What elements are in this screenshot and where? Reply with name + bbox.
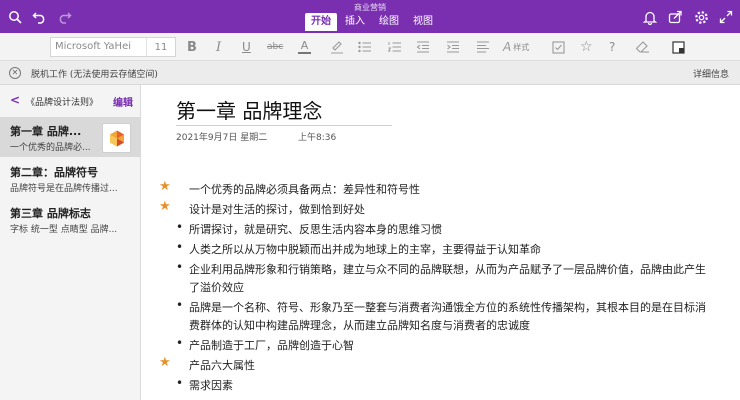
- note-line-text: 产品制造于工厂，品牌创造于心智: [189, 339, 354, 352]
- notebook-title: 《品牌设计法则》: [26, 98, 99, 108]
- font-picker[interactable]: Microsoft YaHei 11: [50, 37, 176, 57]
- note-line-text: 设计是对生活的探讨，做到恰到好处: [189, 203, 365, 216]
- note-line-text: 需求因素: [189, 379, 233, 392]
- font-size-field[interactable]: 11: [147, 42, 175, 53]
- page-thumbnail: [102, 123, 131, 153]
- tab-draw[interactable]: 绘图: [373, 13, 405, 31]
- share-icon[interactable]: [666, 8, 684, 26]
- note-line-text: 人类之所以从万物中脱颖而出并成为地球上的主宰，主要得益于认知革命: [189, 243, 541, 256]
- page-time: 上午8:36: [298, 133, 337, 143]
- note-line-text: 企业利用品牌形象和行销策略，建立与众不同的品牌联想，从而为产品赋予了一层品牌价值…: [189, 263, 706, 276]
- tab-insert[interactable]: 插入: [339, 13, 371, 31]
- page-item-preview: 字标 统一型 点睛型 品牌...: [10, 225, 118, 235]
- tag-icon[interactable]: [672, 39, 685, 55]
- bullet-icon: •: [176, 376, 184, 390]
- page-item-title: 第一章 品牌...: [10, 125, 82, 138]
- note-page[interactable]: 第一章 品牌理念 2021年9月7日 星期二 上午8:36 ★ 一个优秀的品牌必…: [142, 85, 740, 400]
- offline-status-bar: ✕ 脱机工作 (无法使用云存储空间) 详细信息: [0, 61, 740, 85]
- underline-icon[interactable]: U: [242, 39, 251, 55]
- page-item-title: 第三章 品牌标志: [10, 207, 91, 220]
- dismiss-icon[interactable]: ✕: [9, 67, 21, 79]
- highlight-icon[interactable]: [330, 39, 344, 55]
- page-list-item[interactable]: 第三章 品牌标志 字标 统一型 点睛型 品牌...: [0, 199, 141, 239]
- onenote-window: 商业营销 开始 插入 绘图 视图 Microsoft YaHei 11 B I …: [0, 0, 740, 400]
- bullet-icon: •: [176, 220, 184, 234]
- font-name-field[interactable]: Microsoft YaHei: [51, 38, 147, 56]
- expand-icon[interactable]: [717, 8, 735, 26]
- bullet-icon: •: [176, 298, 184, 312]
- page-title[interactable]: 第一章 品牌理念: [176, 95, 322, 124]
- bullet-list-icon[interactable]: [358, 39, 372, 55]
- back-chevron-icon[interactable]: <: [10, 93, 20, 107]
- styles-button[interactable]: A 样式: [503, 39, 529, 55]
- note-line-text: 产品六大属性: [189, 359, 255, 372]
- bullet-icon: •: [176, 260, 184, 274]
- bell-icon[interactable]: [641, 8, 659, 26]
- star-icon[interactable]: ☆: [580, 39, 593, 55]
- page-list-item[interactable]: 第一章 品牌... 一个优秀的品牌必...: [0, 117, 141, 157]
- page-list-sidebar: < 《品牌设计法则》 编辑 第一章 品牌... 一个优秀的品牌必... 第二章：…: [0, 85, 141, 400]
- styles-label: 样式: [513, 42, 530, 52]
- numbered-list-icon[interactable]: [388, 39, 402, 55]
- page-item-title: 第二章：品牌符号: [10, 166, 98, 179]
- note-line-text: 一个优秀的品牌必须具备两点：差异性和符号性: [189, 183, 420, 196]
- details-link[interactable]: 详细信息: [693, 67, 729, 80]
- edit-button[interactable]: 编辑: [113, 94, 133, 109]
- page-item-preview: 一个优秀的品牌必...: [10, 143, 91, 153]
- title-divider: [176, 125, 392, 126]
- hexagon-thumbnail-icon: [110, 130, 124, 147]
- bullet-icon: •: [176, 336, 184, 350]
- checkbox-icon[interactable]: [552, 39, 565, 55]
- note-line-text: 品牌是一个名称、符号、形象乃至一整套与消费者沟通饿全方位的系统性传播架构，其根本…: [189, 301, 706, 314]
- font-color-icon[interactable]: A: [298, 39, 311, 55]
- tab-home[interactable]: 开始: [305, 13, 337, 31]
- strikethrough-icon[interactable]: abc: [267, 39, 283, 55]
- question-icon[interactable]: ?: [609, 39, 615, 55]
- gear-icon[interactable]: [692, 8, 710, 26]
- offline-message: 脱机工作 (无法使用云存储空间): [31, 70, 158, 80]
- ribbon-tabs: 开始 插入 绘图 视图: [305, 13, 439, 31]
- eraser-icon[interactable]: [635, 39, 651, 55]
- indent-icon[interactable]: [446, 39, 460, 55]
- note-line-text: 了溢价效应: [189, 281, 244, 294]
- italic-icon[interactable]: I: [216, 39, 221, 55]
- bold-icon[interactable]: B: [187, 39, 197, 55]
- star-tag-icon: ★: [159, 179, 171, 194]
- tab-view[interactable]: 视图: [407, 13, 439, 31]
- page-item-preview: 品牌符号是在品牌传播过...: [10, 184, 118, 194]
- star-tag-icon: ★: [159, 199, 171, 214]
- page-list-item[interactable]: 第二章：品牌符号 品牌符号是在品牌传播过...: [0, 158, 141, 198]
- bullet-icon: •: [176, 240, 184, 254]
- ribbon-toolbar: Microsoft YaHei 11 B I U abc A A 样式 ☆ ?: [0, 33, 740, 61]
- page-date: 2021年9月7日 星期二: [176, 133, 268, 143]
- title-bar: 商业营销 开始 插入 绘图 视图: [0, 0, 740, 33]
- sidebar-header: < 《品牌设计法则》 编辑: [0, 85, 141, 117]
- align-icon[interactable]: [476, 39, 490, 55]
- note-line-text: 费群体的认知中构建品牌理念，从而建立品牌知名度与消费者的忠诚度: [189, 319, 530, 332]
- window-title: 商业营销: [354, 3, 386, 12]
- star-tag-icon: ★: [159, 355, 171, 370]
- note-line-text: 所谓探讨，就是研究、反思生活内容本身的思维习惯: [189, 223, 442, 236]
- styles-icon: A: [503, 40, 512, 54]
- outdent-icon[interactable]: [416, 39, 430, 55]
